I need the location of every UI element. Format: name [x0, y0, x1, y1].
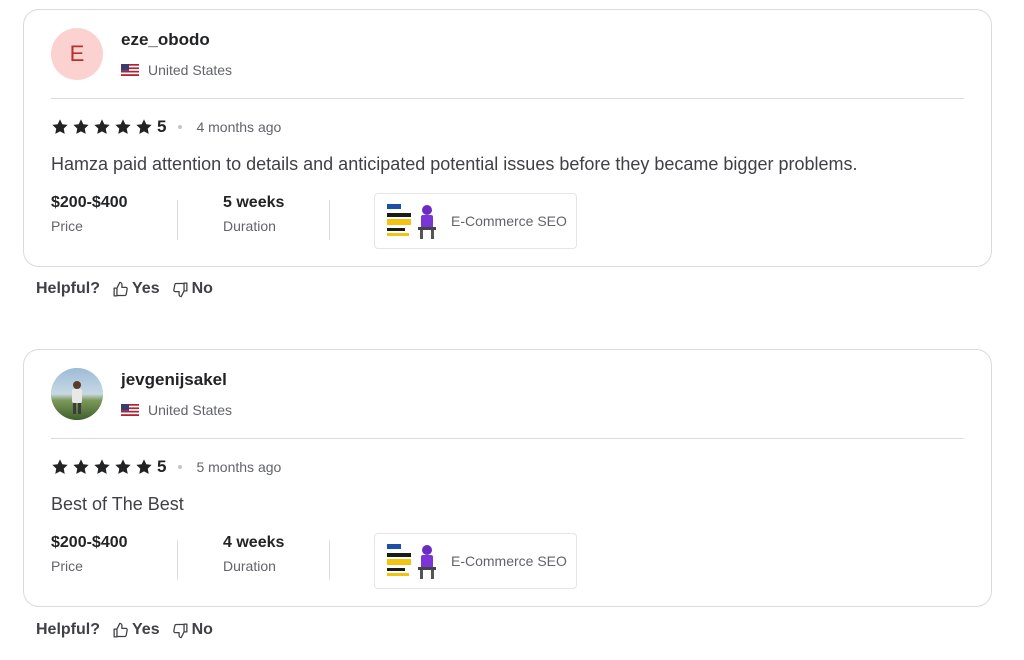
avatar[interactable]: E: [51, 28, 103, 80]
duration-value: 4 weeks: [223, 534, 285, 551]
helpful-bar: Helpful? Yes No: [36, 621, 213, 639]
rating-row: 5 5 months ago: [51, 456, 281, 478]
meta-divider: [329, 540, 330, 580]
helpful-yes-button[interactable]: Yes: [112, 280, 160, 298]
country-name: United States: [148, 402, 233, 418]
gig-title: E-Commerce SEO: [451, 553, 567, 569]
thumbs-up-icon: [113, 622, 128, 638]
yes-label: Yes: [132, 280, 160, 297]
price-value: $200-$400: [51, 534, 128, 551]
reviewer-username[interactable]: eze_obodo: [121, 30, 210, 50]
review-time: 4 months ago: [196, 119, 282, 135]
review-card: jevgenijsakel United States 5 5 months a…: [23, 349, 992, 607]
review-time: 5 months ago: [196, 459, 282, 475]
country-name: United States: [148, 62, 233, 78]
star-icon: [94, 459, 110, 474]
meta-divider: [329, 200, 330, 240]
review-meta: $200-$400 Price 4 weeks Duration E-Comme…: [51, 533, 577, 589]
divider: [51, 438, 964, 439]
reviewer-country: United States: [121, 402, 232, 418]
duration-label: Duration: [223, 218, 276, 234]
price-info: $200-$400 Price: [51, 194, 177, 234]
rating-value: 5: [157, 457, 167, 476]
duration-info: 4 weeks Duration: [178, 534, 329, 574]
star-icon: [115, 459, 131, 474]
price-label: Price: [51, 558, 83, 574]
star-icon: [52, 459, 68, 474]
price-label: Price: [51, 218, 83, 234]
duration-label: Duration: [223, 558, 276, 574]
thumbs-up-icon: [113, 281, 128, 297]
avatar-initial: E: [69, 41, 85, 66]
price-value: $200-$400: [51, 194, 128, 211]
star-icon: [52, 119, 68, 134]
gig-link[interactable]: E-Commerce SEO: [374, 193, 577, 249]
star-icon: [73, 459, 89, 474]
review-card: E eze_obodo United States 5 4 months ago…: [23, 9, 992, 267]
us-flag-icon: [121, 64, 139, 76]
avatar-photo: [51, 368, 103, 420]
reviewer-country: United States: [121, 62, 232, 78]
divider: [51, 98, 964, 99]
price-info: $200-$400 Price: [51, 534, 177, 574]
duration-info: 5 weeks Duration: [178, 194, 329, 234]
helpful-bar: Helpful? Yes No: [36, 280, 213, 298]
us-flag-icon: [121, 404, 139, 416]
rating-row: 5 4 months ago: [51, 116, 281, 138]
star-icon: [73, 119, 89, 134]
helpful-label: Helpful?: [36, 280, 100, 297]
gig-link[interactable]: E-Commerce SEO: [374, 533, 577, 589]
rating-value: 5: [157, 117, 167, 136]
star-icon: [115, 119, 131, 134]
yes-label: Yes: [132, 621, 160, 638]
star-icon: [136, 119, 152, 134]
star-icon: [94, 119, 110, 134]
helpful-no-button[interactable]: No: [172, 280, 213, 298]
star-icon: [136, 459, 152, 474]
star-rating: [51, 118, 153, 136]
gig-thumbnail: [385, 201, 439, 241]
review-meta: $200-$400 Price 5 weeks Duration E-Comme…: [51, 193, 577, 249]
helpful-label: Helpful?: [36, 621, 100, 638]
no-label: No: [191, 621, 213, 638]
thumbs-down-icon: [172, 281, 188, 297]
gig-title: E-Commerce SEO: [451, 213, 567, 229]
review-text: Best of The Best: [51, 494, 184, 514]
avatar[interactable]: [51, 368, 103, 420]
review-text: Hamza paid attention to details and anti…: [51, 154, 858, 174]
separator-dot: [178, 125, 183, 129]
no-label: No: [191, 280, 213, 297]
star-rating: [51, 458, 153, 476]
thumbs-down-icon: [172, 622, 188, 638]
separator-dot: [178, 465, 183, 469]
helpful-yes-button[interactable]: Yes: [112, 621, 160, 639]
gig-thumbnail: [385, 541, 439, 581]
reviewer-username[interactable]: jevgenijsakel: [121, 370, 227, 390]
helpful-no-button[interactable]: No: [172, 621, 213, 639]
duration-value: 5 weeks: [223, 194, 285, 211]
